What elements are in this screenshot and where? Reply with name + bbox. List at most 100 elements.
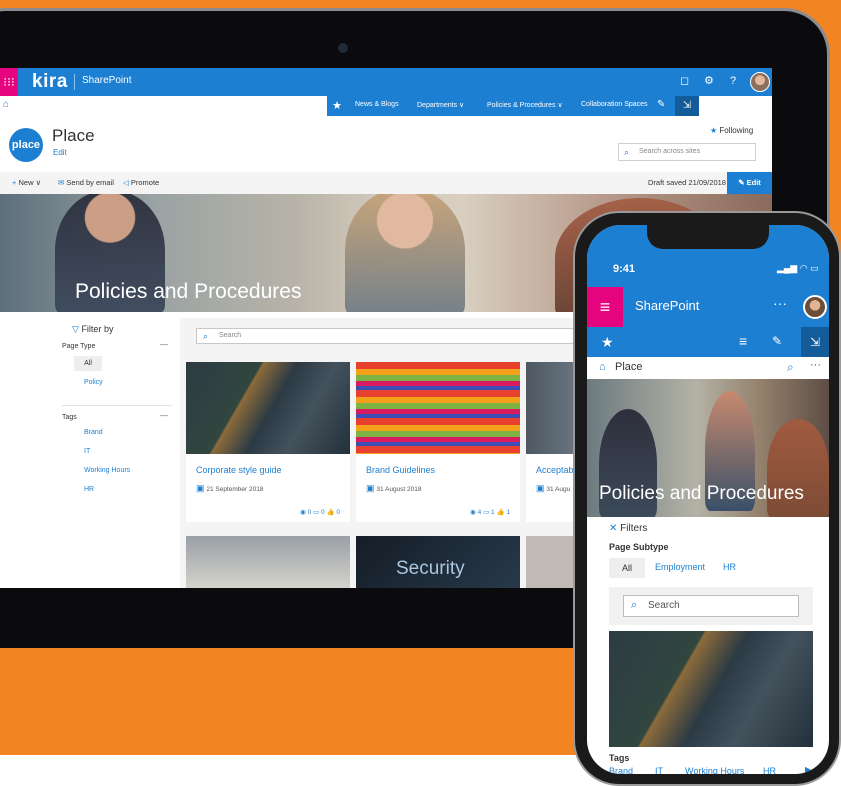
command-bar: + New ∨ ✉ Send by email ◁ Promote Draft …: [0, 172, 772, 194]
star-icon: ★: [710, 126, 718, 135]
filter-title: Filter by: [81, 324, 114, 334]
site-edit-link[interactable]: Edit: [53, 148, 67, 157]
home-icon[interactable]: ⌂: [599, 361, 606, 373]
news-card[interactable]: Corporate style guide ▣ 21 September 201…: [186, 362, 350, 522]
app-launcher-icon[interactable]: ⁝⁝⁝: [0, 68, 18, 96]
avatar[interactable]: [803, 295, 827, 319]
tag-brand[interactable]: Brand: [609, 766, 633, 774]
page-subtype-label: Page Subtype: [609, 542, 669, 552]
card-title[interactable]: Brand Guidelines: [366, 465, 435, 475]
mobile-site-title[interactable]: Place: [615, 361, 643, 373]
tag-working-hours[interactable]: Working Hours: [685, 766, 744, 774]
filter-option-all[interactable]: All: [74, 356, 102, 371]
pencil-icon[interactable]: ✎: [657, 99, 665, 110]
mobile-hero-banner: Policies and Procedures: [587, 379, 829, 517]
tag-brand[interactable]: Brand: [84, 429, 103, 436]
edit-nav-icon[interactable]: ⇲: [675, 96, 699, 116]
site-logo[interactable]: place: [9, 128, 43, 162]
megaphone-icon: ◁: [123, 178, 129, 187]
more-icon[interactable]: ···: [773, 295, 787, 311]
card-date-text: 21 September 2018: [206, 486, 264, 493]
news-card-image[interactable]: Security: [356, 536, 520, 588]
site-search-input[interactable]: ⌕ Search across sites: [618, 143, 756, 161]
scroll-right-icon[interactable]: ▶: [805, 764, 813, 774]
new-button[interactable]: + New ∨: [12, 178, 41, 187]
following-label: Following: [719, 126, 754, 135]
plus-icon: +: [12, 178, 17, 187]
draft-status: Draft saved 21/09/2018: [648, 178, 726, 187]
tag-hr[interactable]: HR: [84, 486, 94, 493]
card-title[interactable]: Acceptab: [536, 465, 574, 475]
send-email-button[interactable]: ✉ Send by email: [58, 178, 114, 187]
nav-bar: ⌂ ★ News & Blogs Departments ∨ Policies …: [0, 96, 772, 116]
nav-item-label: Policies & Procedures: [487, 102, 556, 109]
app-name[interactable]: SharePoint: [82, 75, 131, 86]
send-email-label: Send by email: [66, 178, 114, 187]
star-icon[interactable]: ★: [327, 96, 347, 116]
mobile-nav-bar: ★ ≡ ✎ ⇲: [587, 327, 829, 357]
news-card-image[interactable]: [186, 536, 350, 588]
mobile-search-area: ⌕ Search: [609, 587, 813, 625]
mobile-app-name[interactable]: SharePoint: [635, 298, 699, 313]
tag-it[interactable]: IT: [84, 448, 90, 455]
filter-heading: ▽ Filter by: [72, 324, 113, 335]
mobile-search-input[interactable]: ⌕ Search: [623, 595, 799, 617]
status-bar: 9:41 ▂▄▆ ◠ ▭: [587, 225, 829, 287]
star-icon[interactable]: ★: [601, 334, 614, 351]
nav-item-departments[interactable]: Departments ∨: [417, 101, 464, 109]
views-icon: ◉: [300, 509, 306, 516]
phone-screen: 9:41 ▂▄▆ ◠ ▭ ≡ SharePoint ··· ★ ≡ ✎ ⇲ ⌂ …: [587, 225, 829, 774]
gear-icon[interactable]: ⚙: [704, 74, 714, 88]
hero-title: Policies and Procedures: [75, 280, 302, 303]
subtype-option-employment[interactable]: Employment: [655, 562, 705, 572]
menu-icon[interactable]: ≡: [587, 287, 623, 327]
views-icon: ◉: [470, 509, 476, 516]
subtype-option-all[interactable]: All: [609, 558, 645, 578]
news-card[interactable]: Brand Guidelines ▣ 31 August 2018 ◉ 4 ▭ …: [356, 362, 520, 522]
filter-option-policy[interactable]: Policy: [84, 379, 103, 386]
hamburger-icon[interactable]: ≡: [739, 333, 747, 349]
search-icon[interactable]: ⌕: [787, 360, 794, 375]
comments-count: 0: [321, 509, 325, 516]
mail-icon: ✉: [58, 178, 65, 187]
nav-item-collaboration[interactable]: Collaboration Spaces: [581, 101, 648, 108]
mobile-card-image[interactable]: [609, 631, 813, 747]
tag-working-hours[interactable]: Working Hours: [84, 467, 130, 474]
nav-item-news[interactable]: News & Blogs: [355, 101, 399, 108]
like-icon: 👍: [326, 509, 335, 516]
pencil-icon: ✎: [738, 178, 745, 187]
following-button[interactable]: ★ Following: [710, 126, 753, 135]
card-image: [186, 362, 350, 454]
subtype-option-hr[interactable]: HR: [723, 562, 736, 572]
edit-button[interactable]: ✎ Edit: [727, 172, 772, 194]
home-icon[interactable]: ⌂: [3, 99, 9, 110]
brand-logo[interactable]: kira: [32, 71, 68, 93]
collapse-icon[interactable]: —: [160, 340, 168, 349]
promote-button[interactable]: ◁ Promote: [123, 178, 159, 187]
status-time: 9:41: [613, 263, 636, 275]
search-input[interactable]: ⌕ Search: [196, 328, 606, 344]
avatar[interactable]: [750, 72, 770, 92]
edit-nav-icon[interactable]: ⇲: [801, 327, 829, 357]
more-icon[interactable]: ···: [810, 359, 821, 371]
site-header: place Place Edit ★ Following ⌕ Search acr…: [0, 116, 772, 172]
comments-count: 1: [491, 509, 495, 516]
collapse-icon[interactable]: —: [160, 411, 168, 420]
card-title[interactable]: Corporate style guide: [196, 465, 282, 475]
comments-icon: ▭: [313, 509, 320, 516]
search-placeholder: Search: [219, 332, 242, 339]
calendar-icon: ▣: [536, 483, 545, 493]
mobile-site-header: ⌂ Place ⌕ ···: [587, 357, 829, 379]
card-date-text: 31 Augu: [546, 486, 571, 493]
edit-label: Edit: [746, 178, 761, 187]
tag-it[interactable]: IT: [655, 766, 663, 774]
page-title[interactable]: Place: [52, 126, 95, 146]
pencil-icon[interactable]: ✎: [772, 334, 782, 348]
filters-toggle[interactable]: ✕ Filters: [609, 523, 647, 534]
tag-hr[interactable]: HR: [763, 766, 776, 774]
notification-icon[interactable]: ◻: [680, 74, 689, 88]
promote-label: Promote: [130, 178, 160, 187]
filters-label: Filters: [620, 523, 648, 534]
help-icon[interactable]: ?: [730, 74, 736, 88]
nav-item-policies[interactable]: Policies & Procedures ∨: [487, 101, 563, 109]
